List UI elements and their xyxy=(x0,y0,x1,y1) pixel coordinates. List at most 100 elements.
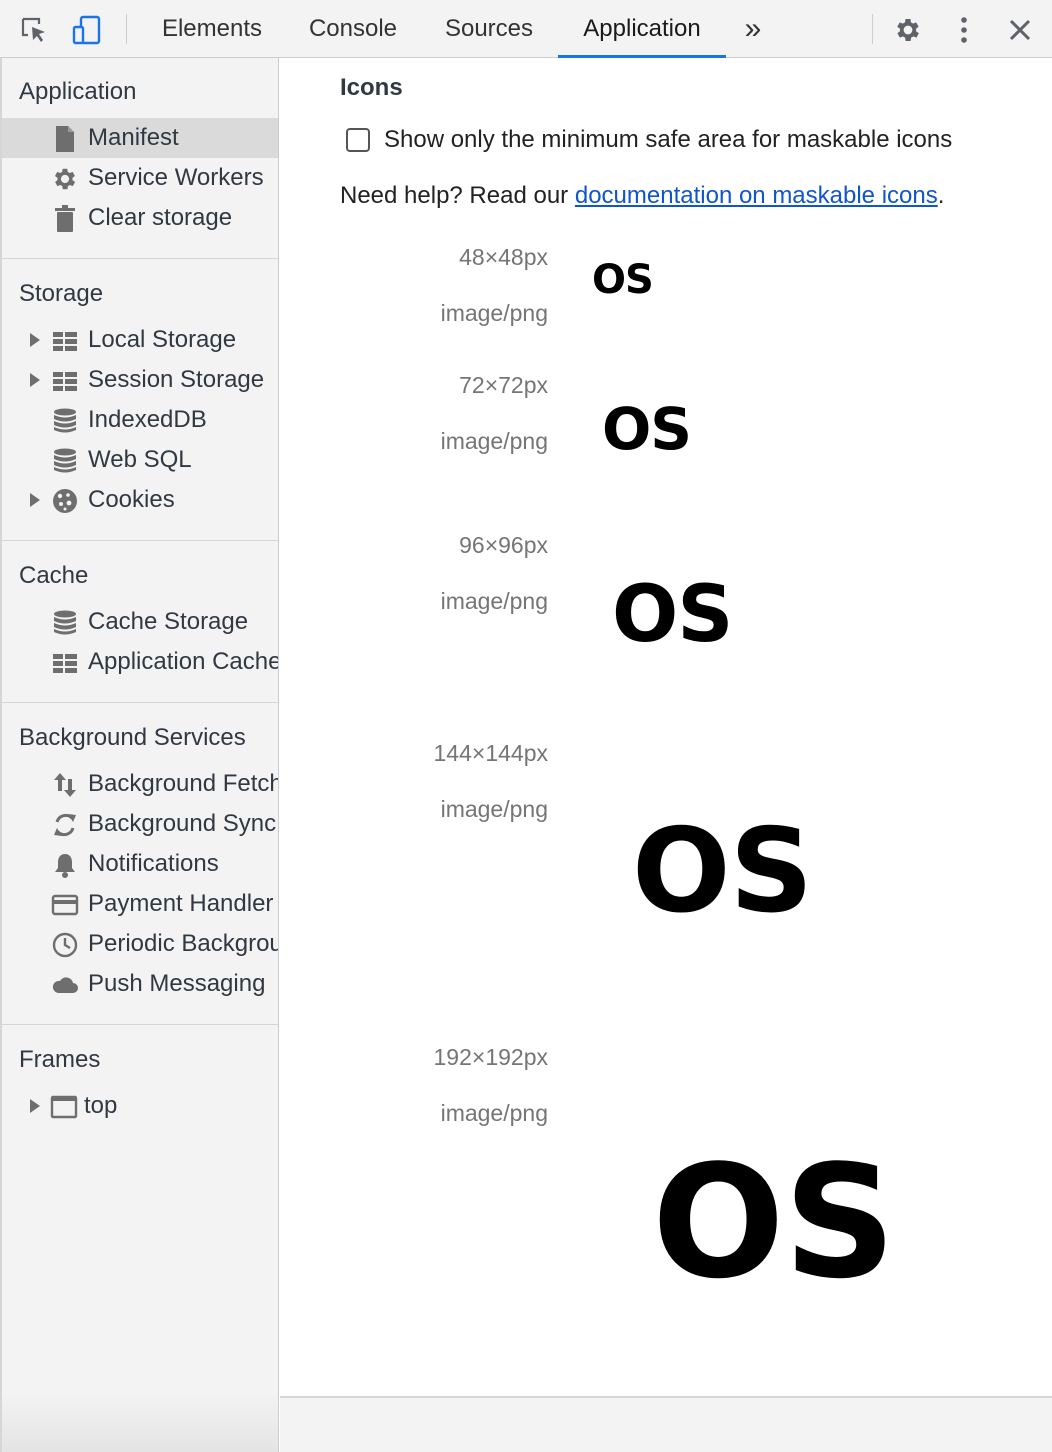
expand-triangle-icon[interactable] xyxy=(30,1099,40,1113)
icon-type-label: image/png xyxy=(440,428,548,454)
more-tabs-button[interactable]: » xyxy=(736,0,770,58)
sidebar-item-label: Background Fetch xyxy=(88,770,279,797)
maskable-safe-area-label[interactable]: Show only the minimum safe area for mask… xyxy=(384,126,952,154)
sidebar-separator xyxy=(2,1024,278,1025)
panel-footer xyxy=(280,1396,1052,1452)
database-icon xyxy=(54,610,76,635)
tab-sources[interactable]: Sources xyxy=(434,0,544,58)
up-down-arrows-icon xyxy=(54,773,76,797)
section-title-storage: Storage xyxy=(19,280,104,307)
icon-type-label: image/png xyxy=(440,1100,548,1126)
section-title-application: Application xyxy=(19,78,137,105)
tab-console[interactable]: Console xyxy=(296,0,410,58)
sidebar-item-label: Session Storage xyxy=(88,366,265,393)
sidebar-item-label: top xyxy=(84,1092,118,1119)
credit-card-icon xyxy=(51,894,79,916)
icon-preview-96: OS xyxy=(612,570,733,660)
help-prefix: Need help? Read our xyxy=(340,182,575,209)
database-icon xyxy=(54,448,76,473)
device-toolbar-icon[interactable] xyxy=(72,14,104,46)
toolbar-separator xyxy=(126,14,127,44)
expand-triangle-icon[interactable] xyxy=(30,373,40,387)
sidebar-item-label: Application Cache xyxy=(88,648,279,675)
sidebar-item-payment-handler[interactable]: Payment Handler xyxy=(2,884,278,924)
application-sidebar: Application Manifest Service Workers Cle… xyxy=(0,58,279,1452)
gear-icon xyxy=(54,168,76,190)
sidebar-item-label: Clear storage xyxy=(88,204,233,231)
sidebar-item-cache-storage[interactable]: Cache Storage xyxy=(2,602,278,642)
clock-icon xyxy=(52,932,78,958)
icon-size-label: 48×48px xyxy=(459,244,548,270)
sidebar-item-label: Push Messaging xyxy=(88,970,266,997)
expand-triangle-icon[interactable] xyxy=(30,493,40,507)
icon-preview-72: OS xyxy=(602,395,692,463)
table-icon xyxy=(53,372,77,391)
sidebar-item-label: Cache Storage xyxy=(88,608,249,635)
gear-icon[interactable] xyxy=(892,14,924,46)
trash-icon xyxy=(55,205,75,232)
cookie-icon xyxy=(53,489,77,513)
sidebar-item-local-storage[interactable]: Local Storage xyxy=(2,320,278,360)
sidebar-item-frame-top[interactable]: top xyxy=(2,1086,278,1126)
sidebar-separator xyxy=(2,540,278,541)
sidebar-item-clear-storage[interactable]: Clear storage xyxy=(2,198,278,238)
icon-type-label: image/png xyxy=(440,588,548,614)
sidebar-item-background-fetch[interactable]: Background Fetch xyxy=(2,764,279,804)
sidebar-item-push-messaging[interactable]: Push Messaging xyxy=(2,964,278,1004)
sidebar-item-periodic-background-sync[interactable]: Periodic Background Sync xyxy=(2,924,278,964)
sidebar-item-background-sync[interactable]: Background Sync xyxy=(2,804,278,844)
kebab-menu-icon[interactable] xyxy=(948,14,980,46)
icon-size-label: 192×192px xyxy=(433,1044,548,1070)
sidebar-separator xyxy=(2,258,278,259)
manifest-icons-panel: Icons Show only the minimum safe area fo… xyxy=(280,58,1052,1396)
frame-icon xyxy=(50,1095,78,1119)
table-icon xyxy=(53,332,77,351)
icons-section-title: Icons xyxy=(340,74,403,101)
sidebar-item-label: Web SQL xyxy=(88,446,192,473)
inspect-element-icon[interactable] xyxy=(18,14,50,46)
cloud-icon xyxy=(52,977,78,993)
icon-type-label: image/png xyxy=(440,796,548,822)
devtools-toolbar: Elements Console Sources Application » xyxy=(0,0,1052,58)
sidebar-item-service-workers[interactable]: Service Workers xyxy=(2,158,278,198)
sidebar-item-label: Periodic Background Sync xyxy=(88,930,278,957)
sidebar-separator xyxy=(2,702,278,703)
sidebar-item-web-sql[interactable]: Web SQL xyxy=(2,440,278,480)
sidebar-item-cookies[interactable]: Cookies xyxy=(2,480,278,520)
toolbar-separator xyxy=(872,14,873,44)
sidebar-item-label: IndexedDB xyxy=(88,406,207,433)
tab-application[interactable]: Application xyxy=(558,0,726,58)
sidebar-item-indexeddb[interactable]: IndexedDB xyxy=(2,400,278,440)
sidebar-item-session-storage[interactable]: Session Storage xyxy=(2,360,278,400)
icon-size-label: 96×96px xyxy=(459,532,548,558)
table-icon xyxy=(53,654,77,673)
section-title-frames: Frames xyxy=(19,1046,101,1073)
sidebar-item-label: Local Storage xyxy=(88,326,237,353)
help-suffix: . xyxy=(937,182,945,209)
sidebar-item-manifest[interactable]: Manifest xyxy=(2,118,278,158)
sidebar-item-label: Notifications xyxy=(88,850,219,877)
sidebar-item-notifications[interactable]: Notifications xyxy=(2,844,278,884)
document-icon xyxy=(56,126,74,152)
section-title-background-services: Background Services xyxy=(19,724,246,751)
icon-size-label: 144×144px xyxy=(433,740,548,766)
sidebar-item-application-cache[interactable]: Application Cache xyxy=(2,642,279,682)
sidebar-item-label: Manifest xyxy=(88,124,179,151)
sidebar-bottom-shadow xyxy=(2,1392,278,1452)
close-icon[interactable] xyxy=(1004,14,1036,46)
bell-icon xyxy=(55,854,75,878)
maskable-icons-docs-link[interactable]: documentation on maskable icons xyxy=(575,182,938,209)
icon-preview-192: OS xyxy=(652,1131,896,1313)
section-title-cache: Cache xyxy=(19,562,89,589)
maskable-safe-area-checkbox[interactable] xyxy=(346,128,370,152)
database-icon xyxy=(54,408,76,433)
sidebar-item-label: Background Sync xyxy=(88,810,277,837)
sync-icon xyxy=(54,813,76,837)
icon-preview-144: OS xyxy=(632,804,813,939)
help-text: Need help? Read our documentation on mas… xyxy=(340,182,944,210)
sidebar-item-label: Cookies xyxy=(88,486,175,513)
icon-type-label: image/png xyxy=(440,300,548,326)
sidebar-item-label: Service Workers xyxy=(88,164,264,191)
expand-triangle-icon[interactable] xyxy=(30,333,40,347)
tab-elements[interactable]: Elements xyxy=(152,0,272,58)
